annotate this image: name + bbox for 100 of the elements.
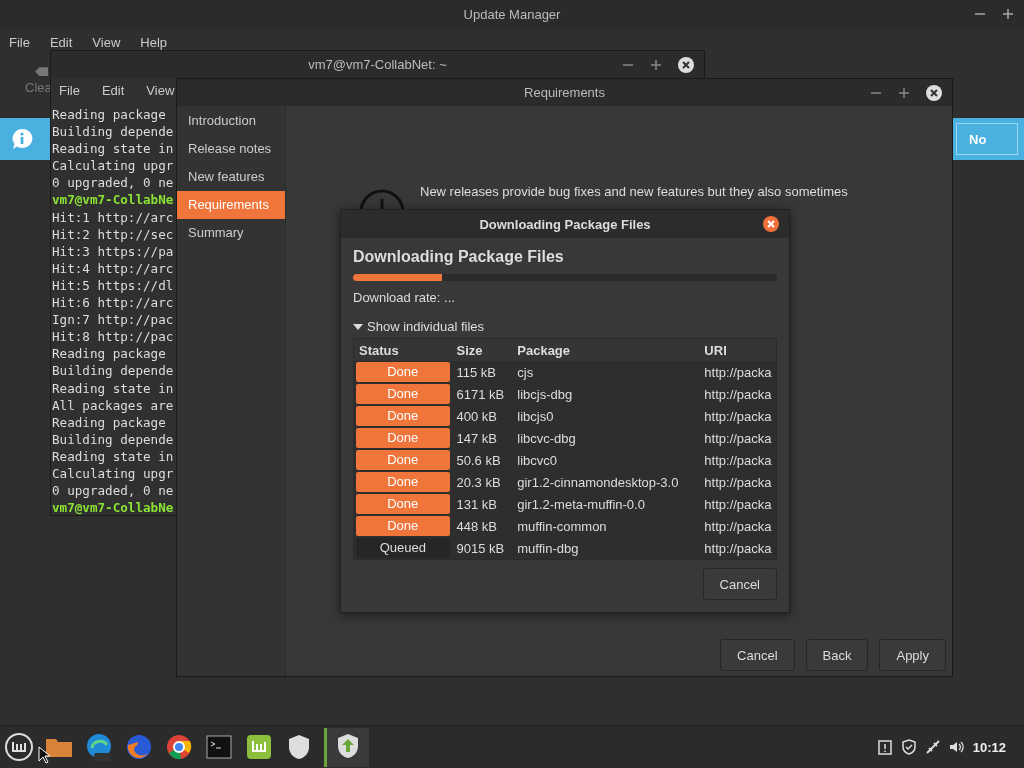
table-cell-text: http://packa	[703, 540, 773, 556]
table-cell-text: http://packa	[703, 408, 773, 424]
expander[interactable]: Show individual files	[353, 319, 777, 334]
terminal-line: Reading state in	[52, 379, 174, 397]
close-icon[interactable]	[926, 84, 942, 101]
table-cell-text: 20.3 kB	[455, 474, 502, 490]
table-cell-text: muffin-common	[516, 518, 608, 534]
taskbar-button[interactable]	[324, 727, 369, 767]
terminal-line: Reading package	[52, 106, 166, 124]
table-cell-text: 400 kB	[455, 408, 498, 424]
terminal-line: 0 upgraded, 0 ne	[52, 482, 174, 500]
clipboard-icon[interactable]	[876, 739, 893, 755]
table-cell-text: http://packa	[703, 430, 773, 446]
terminal-line: Hit:6 http://arc	[52, 294, 174, 312]
table-cell-text: libcvc-dbg	[516, 430, 577, 446]
terminal-line: Calculating upgr	[52, 464, 174, 483]
table-cell-text: 448 kB	[455, 518, 498, 534]
table-cell-text: libcvc0	[516, 452, 558, 468]
terminal-line: Reading package	[52, 345, 166, 363]
window-title: Requirements	[524, 85, 605, 100]
sidebar-item[interactable]: Release notes	[177, 135, 285, 163]
dialog-button[interactable]: Back	[805, 639, 869, 671]
browser-icon[interactable]	[84, 732, 114, 762]
dialog-button[interactable]: Apply	[879, 639, 946, 671]
terminal-line: All packages are	[52, 396, 174, 414]
menu-item[interactable]: File	[9, 34, 30, 50]
app-logo-icon[interactable]	[244, 732, 274, 762]
terminal-line: Hit:2 http://sec	[52, 225, 174, 243]
dialog-button[interactable]: Cancel	[720, 639, 795, 671]
maximize-icon[interactable]	[650, 58, 662, 71]
table-cell-text: gir1.2-meta-muffin-0.0	[516, 496, 646, 512]
description-text: New releases provide bug fixes and new features but they also sometimes	[420, 184, 848, 200]
table-cell-text: cjs	[516, 364, 535, 380]
terminal-line: Hit:1 http://arc	[52, 208, 174, 226]
table-cell-text: 147 kB	[455, 430, 498, 446]
menu-logo-icon[interactable]	[4, 732, 34, 762]
terminal-line: 0 upgraded, 0 ne	[52, 174, 174, 192]
menu-item[interactable]: File	[59, 83, 80, 98]
menu-item[interactable]: Edit	[101, 83, 125, 98]
window-title: Downloading Package Files	[479, 216, 651, 232]
status-cell: Done	[356, 428, 450, 448]
status-cell: Done	[356, 384, 450, 404]
table-cell-text: 9015 kB	[455, 540, 506, 556]
table-cell-text: http://packa	[703, 518, 773, 534]
column-header[interactable]: URI	[699, 342, 776, 358]
table-cell-text: http://packa	[703, 452, 773, 468]
clear-icon[interactable]	[35, 66, 49, 77]
status-cell: Done	[356, 516, 450, 536]
sidebar-item[interactable]: Summary	[177, 219, 285, 247]
status-cell: Done	[356, 406, 450, 426]
maximize-icon[interactable]	[898, 86, 910, 99]
network-icon[interactable]	[924, 739, 941, 755]
table-cell-text: 50.6 kB	[455, 452, 502, 468]
terminal-line: Hit:8 http://pac	[52, 328, 174, 346]
sidebar-item[interactable]: New features	[177, 163, 285, 191]
download-rate: Download rate: ...	[353, 290, 456, 305]
clock[interactable]: 10:12	[972, 739, 1006, 755]
info-icon	[10, 127, 34, 151]
status-cell: Done	[356, 472, 450, 492]
terminal-line: Reading package	[52, 413, 166, 431]
window-title: Update Manager	[463, 6, 561, 22]
column-header[interactable]: Package	[512, 342, 700, 358]
volume-icon[interactable]	[948, 739, 965, 755]
table-cell-text: http://packa	[703, 496, 773, 512]
menu-item[interactable]: Edit	[49, 34, 73, 50]
mouse-cursor-icon	[38, 746, 50, 764]
menu-item[interactable]: View	[92, 34, 121, 50]
status-cell: Done	[356, 362, 450, 382]
menu-item[interactable]: View	[146, 83, 175, 98]
terminal-line: Reading state in	[52, 140, 174, 158]
sidebar-item[interactable]: Introduction	[177, 107, 285, 135]
terminal-line: Hit:5 https://dl	[52, 276, 174, 295]
table-cell-text: gir1.2-cinnamondesktop-3.0	[516, 474, 680, 490]
table-cell-text: 131 kB	[455, 496, 498, 512]
terminal-icon[interactable]	[204, 732, 234, 762]
table-cell-text: libcjs0	[516, 408, 555, 424]
table-cell-text: libcjs-dbg	[516, 386, 574, 402]
browser-icon[interactable]	[164, 732, 194, 762]
status-cell: Done	[356, 494, 450, 514]
terminal-line: Reading state in	[52, 447, 174, 465]
status-cell: Queued	[356, 538, 450, 558]
terminal-line: Building depende	[52, 362, 174, 380]
cancel-button[interactable]: Cancel	[702, 568, 777, 600]
close-icon[interactable]	[678, 56, 694, 73]
terminal-line: vm7@vm7-CollabNe	[52, 191, 174, 209]
terminal-line: Building depende	[52, 430, 174, 448]
close-icon[interactable]	[763, 216, 779, 232]
menu-item[interactable]: Help	[140, 34, 168, 50]
table-cell-text: 6171 kB	[455, 386, 506, 402]
shield-icon[interactable]	[900, 739, 917, 755]
column-header[interactable]: Status	[354, 342, 452, 358]
table-cell-text: 115 kB	[455, 364, 498, 380]
caret-down-icon	[353, 321, 363, 332]
window-title: vm7@vm7-CollabNet: ~	[308, 57, 447, 72]
maximize-icon[interactable]	[1002, 8, 1014, 20]
column-header[interactable]: Size	[451, 342, 513, 358]
terminal-line: Hit:4 http://arc	[52, 259, 174, 277]
terminal-line: Ign:7 http://pac	[52, 311, 174, 329]
dialog-heading: Downloading Package Files	[353, 248, 565, 266]
terminal-line: Hit:3 https://pa	[52, 242, 174, 260]
